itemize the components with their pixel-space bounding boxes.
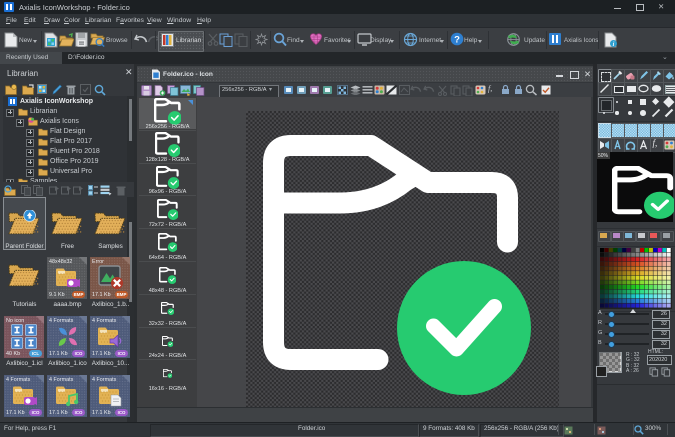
svg-text:?: ? bbox=[454, 35, 460, 46]
